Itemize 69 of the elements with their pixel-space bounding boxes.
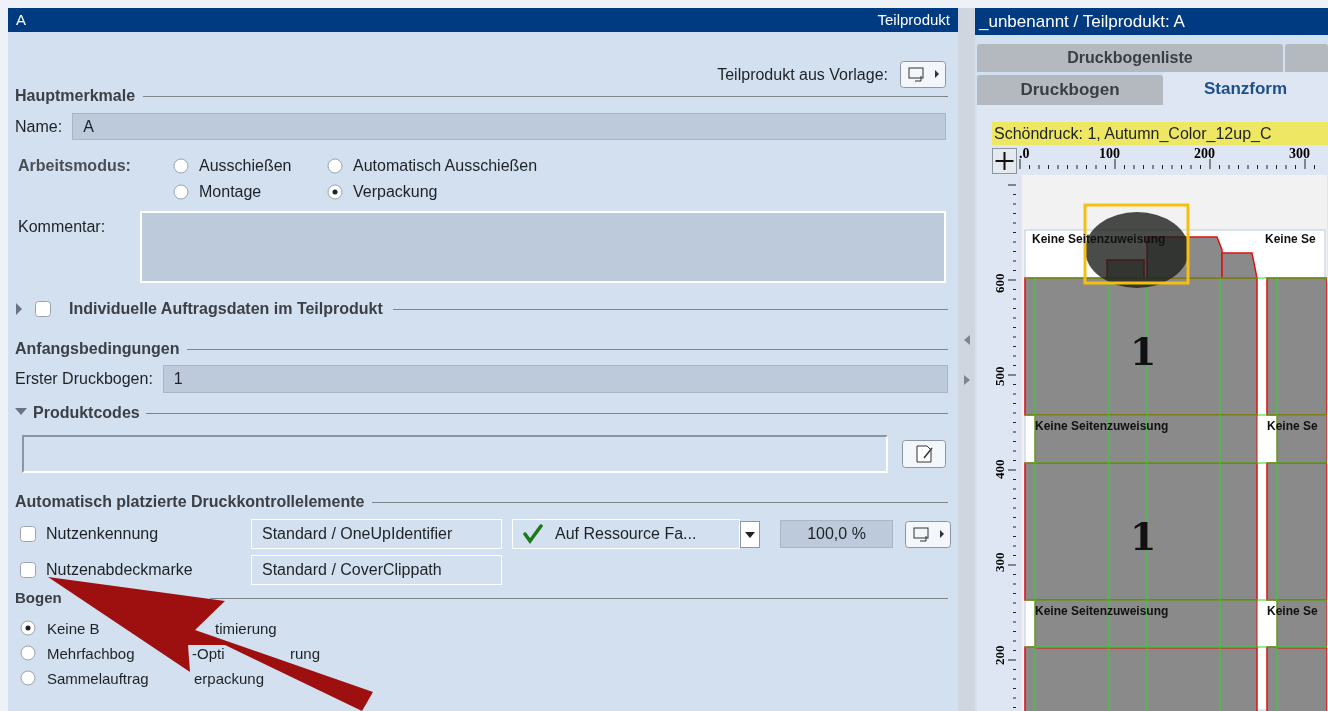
radio-button[interactable]	[327, 158, 343, 174]
checkbox[interactable]	[20, 526, 36, 542]
radio-button[interactable]	[173, 184, 189, 200]
checkmark-icon	[523, 524, 543, 544]
radio-label: Mehrfachbog	[47, 646, 135, 661]
status-dropdown[interactable]: Auf Ressource Fa...	[512, 519, 740, 549]
radio-label: erpackung	[194, 671, 265, 686]
tab[interactable]: Druckbogen	[977, 75, 1163, 105]
sheet-label: Schöndruck: 1, Autumn_Color_12up_C	[992, 122, 1328, 145]
field-label: Name:	[15, 116, 63, 137]
copy-number: 1	[1130, 514, 1157, 559]
tab[interactable]: Stanzform	[1163, 72, 1328, 105]
comment-field[interactable]	[140, 211, 946, 283]
panel-title: _unbenannt / Teilprodukt: A	[975, 8, 1328, 35]
checkbox-label: Nutzenkennung	[46, 524, 159, 544]
ruler-label: 100	[1099, 146, 1120, 161]
ruler-label: 400	[992, 459, 1007, 479]
radio-label: timierung	[215, 621, 277, 636]
section-heading: Individuelle Auftragsdaten im Teilprodukt	[69, 299, 383, 319]
resource-field[interactable]: Standard / OneUpIdentifier	[251, 519, 502, 549]
copy-number: 1	[1130, 329, 1157, 374]
radio-label: -Opti	[192, 646, 225, 661]
radio-selected[interactable]	[327, 184, 343, 200]
field-label: Kommentar:	[18, 217, 107, 235]
field-label: Erster Druckbogen:	[15, 369, 153, 389]
radio-label: Automatisch Ausschießen	[353, 156, 538, 176]
name-field[interactable]: A	[72, 113, 946, 140]
radio-button[interactable]	[20, 670, 36, 686]
radio-selected[interactable]	[20, 620, 36, 636]
ruler-label: 200	[1194, 146, 1215, 161]
radio-label: Ausschießen	[199, 156, 292, 176]
field-label: Teilprodukt aus Vorlage:	[717, 64, 888, 85]
section-heading: Hauptmerkmale	[15, 86, 136, 106]
radio-label: Keine B	[47, 621, 100, 636]
ruler-label: 300	[992, 552, 1007, 572]
template-button[interactable]	[900, 61, 946, 88]
checkbox[interactable]	[35, 301, 51, 317]
ruler-label: 300	[1289, 146, 1310, 161]
edit-button[interactable]	[902, 440, 946, 468]
section-heading: Automatisch platzierte Druckkontrollelemente	[15, 492, 365, 512]
radio-button[interactable]	[20, 645, 36, 661]
radio-label: Verpackung	[353, 182, 438, 202]
panel-title: A	[16, 9, 26, 30]
ruler-label: .0	[1019, 146, 1030, 161]
area-label: Keine Se	[1265, 232, 1316, 246]
section-heading: Produktcodes	[33, 403, 140, 423]
checkbox[interactable]	[20, 562, 36, 578]
scale-field[interactable]: 100,0 %	[780, 520, 893, 548]
section-heading: Bogen	[15, 590, 62, 605]
plus-button[interactable]	[992, 145, 1018, 175]
radio-button[interactable]	[173, 158, 189, 174]
resource-field[interactable]: Standard / CoverClippath	[251, 555, 502, 585]
section-heading: Anfangsbedingungen	[15, 339, 180, 359]
radio-label: Sammelauftrag	[47, 671, 149, 686]
collapsed-triangle-icon[interactable]	[15, 303, 25, 315]
ruler-label: 200	[992, 645, 1007, 665]
ruler-label: 500	[992, 366, 1007, 386]
checkbox-label: Nutzenabdeckmarke	[46, 560, 193, 580]
first-sheet-field[interactable]: 1	[162, 365, 948, 393]
ruler-label: 600	[992, 273, 1007, 293]
field-label: Arbeitsmodus:	[18, 156, 132, 174]
radio-label: Montage	[199, 182, 262, 202]
collapse-right-icon[interactable]	[963, 374, 970, 385]
radio-label: rung	[290, 646, 321, 661]
tab[interactable]: Druckbogenliste	[977, 44, 1283, 72]
product-code-field[interactable]	[22, 435, 888, 473]
template-button[interactable]	[905, 520, 951, 548]
collapse-left-icon[interactable]	[963, 334, 970, 345]
panel-type: Teilprodukt	[877, 9, 950, 30]
